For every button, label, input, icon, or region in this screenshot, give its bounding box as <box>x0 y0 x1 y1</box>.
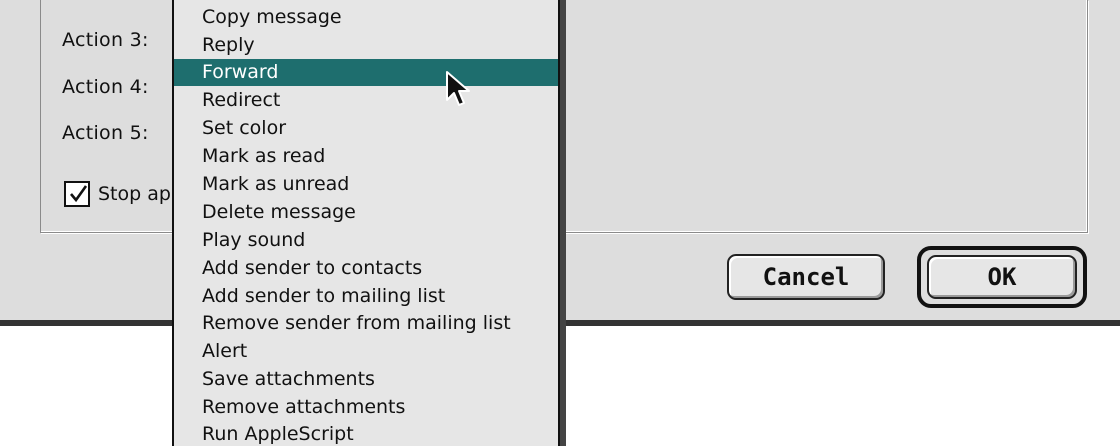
menu-item-set-color[interactable]: Set color <box>174 115 558 142</box>
stop-applying-label: Stop ap <box>98 183 171 205</box>
checkmark-icon <box>70 185 88 203</box>
menu-item-remove-attachments[interactable]: Remove attachments <box>174 394 558 421</box>
arrow-pointer-icon <box>444 70 472 114</box>
menu-item-reply[interactable]: Reply <box>174 32 558 59</box>
menu-item-copy-message[interactable]: Copy message <box>174 4 558 31</box>
menu-item-run-applescript[interactable]: Run AppleScript <box>174 421 558 448</box>
menu-item-redirect[interactable]: Redirect <box>174 87 558 114</box>
stop-applying-checkbox[interactable] <box>64 181 90 207</box>
ok-button[interactable]: OK <box>927 255 1077 299</box>
menu-item-mark-as-unread[interactable]: Mark as unread <box>174 171 558 198</box>
menu-item-delete-message[interactable]: Delete message <box>174 199 558 226</box>
menu-item-add-sender-to-contacts[interactable]: Add sender to contacts <box>174 255 558 282</box>
menu-item-forward[interactable]: Forward <box>174 59 558 86</box>
action-5-label: Action 5: <box>62 122 149 144</box>
menu-item-add-sender-to-mailing-list[interactable]: Add sender to mailing list <box>174 283 558 310</box>
menu-item-remove-sender-from-mailing-list[interactable]: Remove sender from mailing list <box>174 310 558 337</box>
action-3-label: Action 3: <box>62 29 149 51</box>
action-4-label: Action 4: <box>62 76 149 98</box>
cancel-button[interactable]: Cancel <box>727 254 885 300</box>
action-popup-menu: Copy message Reply Forward Redirect Set … <box>172 0 560 446</box>
menu-item-save-attachments[interactable]: Save attachments <box>174 366 558 393</box>
menu-item-play-sound[interactable]: Play sound <box>174 227 558 254</box>
menu-shadow <box>560 0 566 446</box>
menu-item-mark-as-read[interactable]: Mark as read <box>174 143 558 170</box>
menu-item-alert[interactable]: Alert <box>174 338 558 365</box>
